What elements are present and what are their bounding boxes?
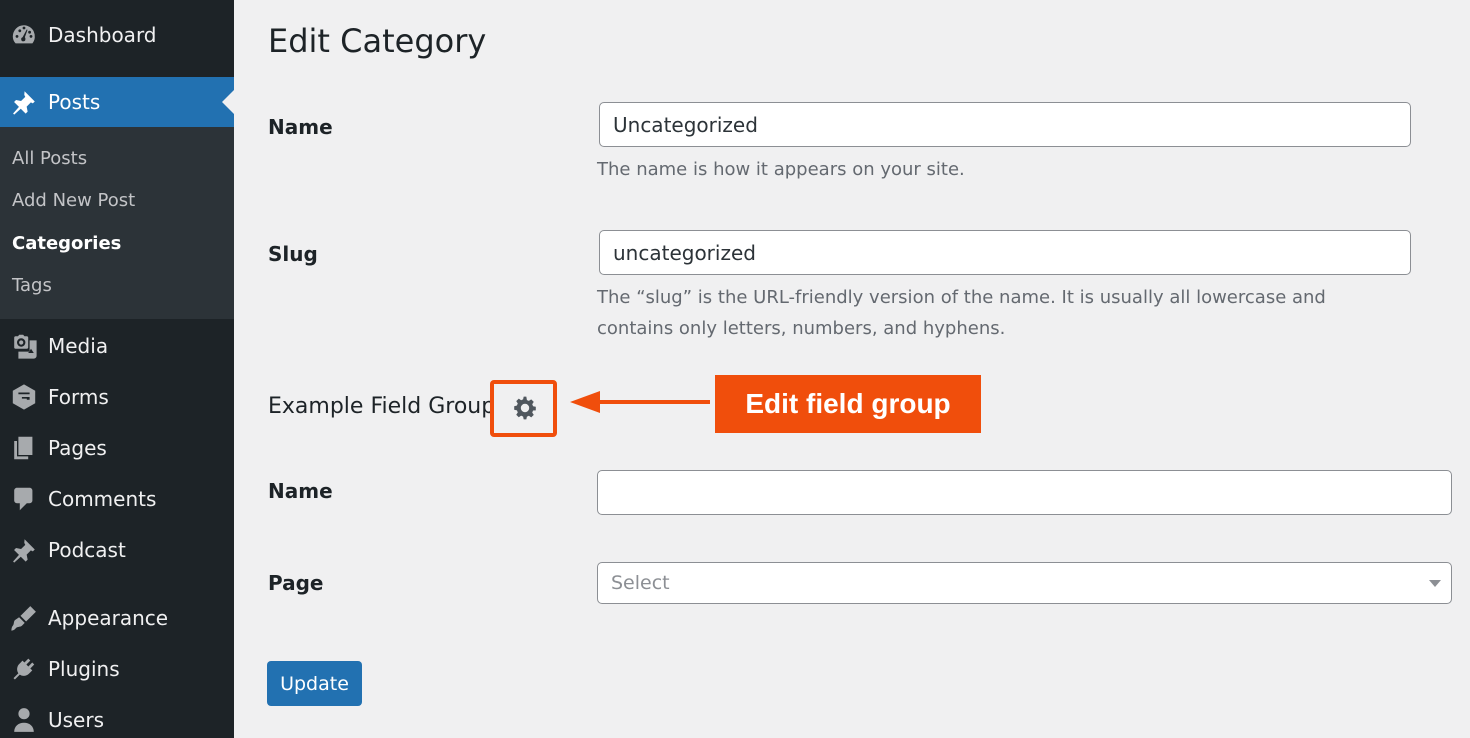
slug-description-line: The “slug” is the URL-friendly version o… xyxy=(597,287,1326,308)
field-group-name-input[interactable] xyxy=(597,470,1452,515)
media-icon xyxy=(0,332,48,360)
admin-sidebar: Dashboard Posts All Posts Add New Post C… xyxy=(0,0,234,738)
slug-label: Slug xyxy=(268,242,318,266)
sidebar-item-appearance[interactable]: Appearance xyxy=(0,593,234,643)
pushpin-icon xyxy=(0,536,48,564)
edit-field-group-callout: Edit field group xyxy=(715,375,981,433)
field-group-name-label: Name xyxy=(268,479,333,503)
update-button[interactable]: Update xyxy=(267,661,362,706)
pages-icon xyxy=(0,434,48,462)
slug-description-line: contains only letters, numbers, and hyph… xyxy=(597,318,1006,339)
users-icon xyxy=(0,706,48,734)
sidebar-item-label: Comments xyxy=(48,487,157,511)
chevron-down-icon xyxy=(1429,580,1441,587)
page-label: Page xyxy=(268,571,324,595)
sidebar-item-label: Dashboard xyxy=(48,23,157,47)
sidebar-item-forms[interactable]: Forms xyxy=(0,372,234,422)
sidebar-item-label: Appearance xyxy=(48,606,169,630)
sidebar-item-pages[interactable]: Pages xyxy=(0,423,234,473)
sidebar-item-label: Posts xyxy=(48,90,101,114)
field-group-title: Example Field Group xyxy=(268,394,496,419)
sidebar-item-comments[interactable]: Comments xyxy=(0,474,234,524)
sidebar-item-label: Plugins xyxy=(48,657,120,681)
submenu-item-add-new-post[interactable]: Add New Post xyxy=(12,190,135,211)
name-input[interactable]: Uncategorized xyxy=(599,102,1411,147)
sidebar-item-posts[interactable]: Posts xyxy=(0,77,234,127)
submenu-item-all-posts[interactable]: All Posts xyxy=(12,148,87,169)
posts-submenu: All Posts Add New Post Categories Tags xyxy=(0,127,234,319)
submenu-item-categories[interactable]: Categories xyxy=(12,233,121,254)
name-description: The name is how it appears on your site. xyxy=(597,159,965,180)
annotation-arrow xyxy=(570,391,710,413)
pushpin-icon xyxy=(0,88,48,116)
sidebar-item-podcast[interactable]: Podcast xyxy=(0,525,234,575)
appearance-icon xyxy=(0,604,48,632)
page-title: Edit Category xyxy=(268,22,487,60)
plugins-icon xyxy=(0,655,48,683)
slug-input-value: uncategorized xyxy=(613,240,756,265)
sidebar-item-label: Media xyxy=(48,334,109,358)
page-select-placeholder: Select xyxy=(611,572,670,594)
sidebar-item-label: Podcast xyxy=(48,538,126,562)
name-input-value: Uncategorized xyxy=(613,112,758,137)
dashboard-icon xyxy=(0,21,48,49)
submenu-item-tags[interactable]: Tags xyxy=(12,275,52,296)
slug-input[interactable]: uncategorized xyxy=(599,230,1411,275)
sidebar-item-media[interactable]: Media xyxy=(0,321,234,371)
sidebar-item-plugins[interactable]: Plugins xyxy=(0,644,234,694)
sidebar-item-dashboard[interactable]: Dashboard xyxy=(0,10,234,60)
sidebar-item-label: Pages xyxy=(48,436,107,460)
sidebar-item-users[interactable]: Users xyxy=(0,695,234,738)
slug-description: The “slug” is the URL-friendly version o… xyxy=(597,282,1326,344)
sidebar-item-label: Forms xyxy=(48,385,109,409)
gear-highlight-box xyxy=(490,380,557,437)
sidebar-item-label: Users xyxy=(48,708,105,732)
page-select[interactable]: Select xyxy=(597,562,1452,604)
forms-icon xyxy=(0,383,48,411)
name-label: Name xyxy=(268,115,333,139)
comments-icon xyxy=(0,485,48,513)
